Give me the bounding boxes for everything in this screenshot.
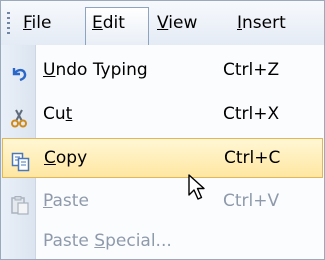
copy-icon [11,148,30,172]
menu-view[interactable]: View [151,8,221,38]
menu-item-label: Paste [43,191,89,211]
menu-view-mnemonic: V [157,13,169,33]
mouse-pointer-icon [188,174,205,200]
menu-item-cut[interactable]: Cut Ctrl+X [1,95,324,133]
edit-dropdown-menu: Undo Typing Ctrl+Z Cut Ctrl+X Copy Ctrl+… [1,45,324,259]
menu-file-mnemonic: F [23,13,32,33]
menu-item-shortcut: Ctrl+C [224,148,281,168]
toolbar-grip-icon[interactable] [7,12,10,34]
menu-item-shortcut: Ctrl+V [223,191,280,211]
menu-item-label: Copy [44,148,88,168]
menu-item-paste[interactable]: Paste Ctrl+V [1,182,324,220]
menu-item-copy[interactable]: Copy Ctrl+C [2,138,323,178]
menu-item-shortcut: Ctrl+Z [223,60,280,80]
menu-item-label: Undo Typing [43,60,148,80]
menu-file[interactable]: File [17,8,83,38]
menu-edit[interactable]: Edit [85,7,149,45]
menu-item-shortcut: Ctrl+X [223,104,280,124]
application-window: File Edit View Insert Undo Typing Ctrl+Z [0,0,325,260]
menu-item-paste-special[interactable]: Paste Special... [1,222,324,260]
menu-bar: File Edit View Insert [1,1,324,46]
menu-item-label: Cut [43,104,73,124]
menu-insert[interactable]: Insert [231,8,315,38]
undo-icon [10,60,28,82]
menu-edit-mnemonic: E [92,13,103,33]
menu-item-label: Paste Special... [43,231,172,251]
menu-item-undo-typing[interactable]: Undo Typing Ctrl+Z [1,51,324,89]
scissors-icon [10,104,28,128]
paste-icon [10,191,29,215]
